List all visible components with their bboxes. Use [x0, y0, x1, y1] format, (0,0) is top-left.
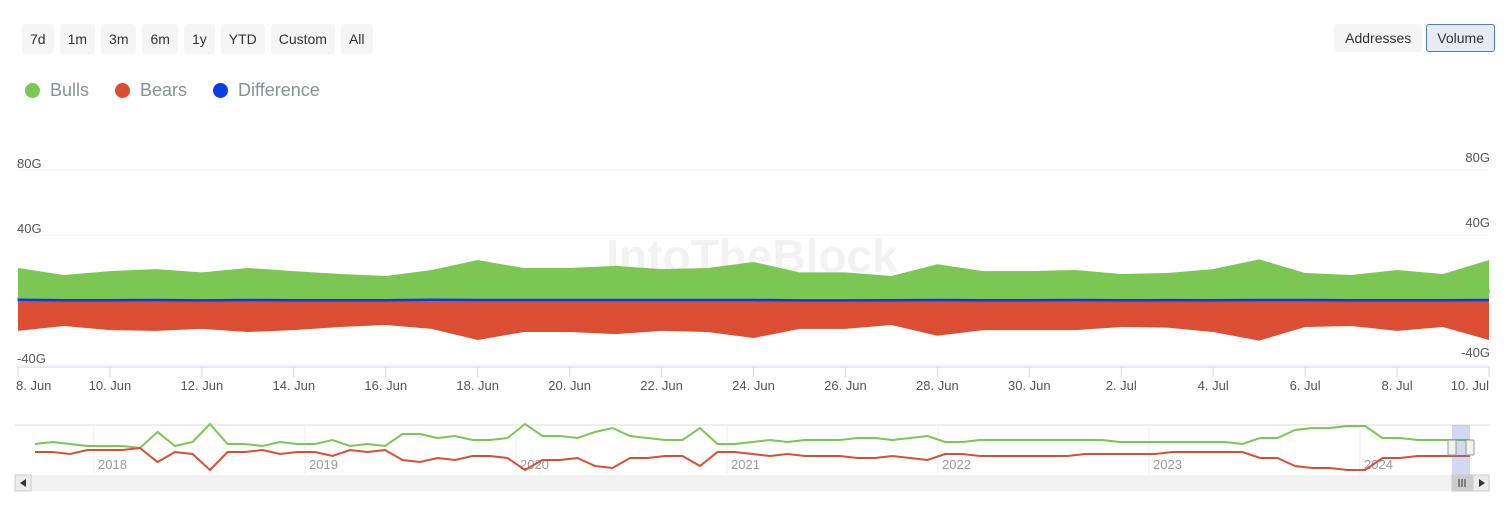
- y-tick-label-right: 80G: [1465, 150, 1490, 165]
- y-tick-label-right: 40G: [1465, 215, 1490, 230]
- scrollbar-track[interactable]: [15, 475, 1490, 491]
- x-tick-label: 12. Jun: [181, 378, 224, 393]
- x-tick-label: 30. Jun: [1008, 378, 1051, 393]
- x-tick-label: 16. Jun: [364, 378, 407, 393]
- x-tick-label: 6. Jul: [1290, 378, 1321, 393]
- navigator-handle[interactable]: [1447, 439, 1457, 456]
- navigator-year-label: 2024: [1364, 457, 1393, 472]
- x-tick-label: 2. Jul: [1106, 378, 1137, 393]
- navigator-line-bulls: [34, 422, 1470, 450]
- x-tick-label: 18. Jun: [456, 378, 499, 393]
- x-tick-label: 4. Jul: [1198, 378, 1229, 393]
- chart: -40G-40G0040G40G80G80GIntoTheBlock8. Jun…: [14, 150, 1490, 492]
- navigator-year-label: 2022: [942, 457, 971, 472]
- navigator-handle[interactable]: [1465, 439, 1475, 456]
- navigator-year-label: 2018: [98, 457, 127, 472]
- x-tick-label: 10. Jul: [1451, 378, 1489, 393]
- area-bears: [18, 300, 1489, 341]
- x-tick-label: 28. Jun: [916, 378, 959, 393]
- y-tick-label-left: 40G: [17, 221, 42, 236]
- y-tick-label-right: -40G: [1461, 345, 1490, 360]
- y-tick-label-left: -40G: [17, 351, 46, 366]
- navigator-year-label: 2021: [731, 457, 760, 472]
- x-tick-label: 22. Jun: [640, 378, 683, 393]
- navigator-year-label: 2019: [309, 457, 338, 472]
- area-bulls: [18, 259, 1489, 300]
- x-tick-label: 10. Jun: [89, 378, 132, 393]
- x-tick-label: 8. Jun: [16, 378, 51, 393]
- y-tick-label-left: 80G: [17, 156, 42, 171]
- x-tick-label: 14. Jun: [272, 378, 315, 393]
- x-tick-label: 24. Jun: [732, 378, 775, 393]
- line-difference: [17, 298, 1490, 302]
- x-tick-label: 26. Jun: [824, 378, 867, 393]
- x-tick-label: 20. Jun: [548, 378, 591, 393]
- x-tick-label: 8. Jul: [1382, 378, 1413, 393]
- navigator-year-label: 2023: [1153, 457, 1182, 472]
